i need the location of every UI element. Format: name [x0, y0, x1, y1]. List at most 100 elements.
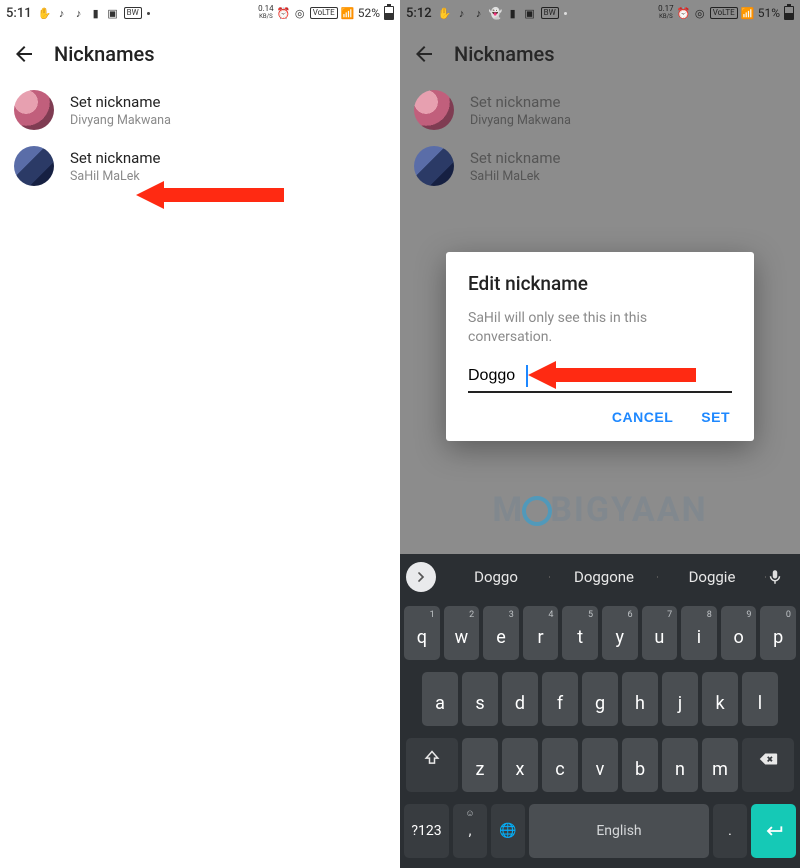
more-dot-icon [147, 12, 150, 15]
symbols-key[interactable]: ?123 [404, 804, 449, 858]
list-item-subtitle: SaHil MaLek [470, 169, 560, 184]
key-j[interactable]: j [662, 672, 698, 726]
status-bar: 5:12 ✋ ♪ ♪ 👻 ▮ ▣ BW 0.17KB/S ⏰ ◎ VoLTE 📶… [400, 0, 800, 26]
bw-badge: BW [124, 7, 142, 19]
battery-icon [784, 6, 794, 20]
key-f[interactable]: f [542, 672, 578, 726]
key-e[interactable]: e3 [483, 606, 519, 660]
data-rate: 0.14KB/S [258, 5, 274, 21]
list-item-title: Set nickname [70, 149, 160, 167]
watermark-o-icon [522, 496, 552, 526]
page-title: Nicknames [454, 42, 555, 66]
key-w[interactable]: w2 [444, 606, 480, 660]
key-v[interactable]: v [582, 738, 618, 792]
nickname-list: Set nickname Divyang Makwana Set nicknam… [0, 82, 400, 194]
key-k[interactable]: k [702, 672, 738, 726]
watermark: MBIGYAAN [400, 490, 800, 530]
battery-percent: 51% [758, 6, 780, 20]
status-time: 5:11 [6, 6, 32, 21]
suggestion[interactable]: Doggie [658, 568, 766, 586]
annotation-arrow [136, 182, 284, 208]
enter-key[interactable] [751, 804, 796, 858]
period-key[interactable]: . [713, 804, 747, 858]
alarm-icon: ⏰ [278, 7, 290, 19]
key-h[interactable]: h [622, 672, 658, 726]
hand-icon: ✋ [39, 7, 51, 19]
key-t[interactable]: t5 [562, 606, 598, 660]
suggestion[interactable]: Doggone [550, 568, 658, 586]
list-item[interactable]: Set nickname Divyang Makwana [400, 82, 800, 138]
battery-icon [384, 6, 394, 20]
keyboard-row: asdfghjkl [400, 666, 800, 732]
target-icon: ◎ [694, 7, 706, 19]
backspace-key[interactable] [742, 738, 794, 792]
avatar [14, 146, 54, 186]
key-y[interactable]: y6 [602, 606, 638, 660]
key-d[interactable]: d [502, 672, 538, 726]
expand-suggestions-icon[interactable] [406, 562, 436, 592]
target-icon: ◎ [294, 7, 306, 19]
key-s[interactable]: s [462, 672, 498, 726]
back-icon[interactable] [412, 42, 436, 66]
key-q[interactable]: q1 [404, 606, 440, 660]
data-rate: 0.17KB/S [658, 5, 674, 21]
shift-key[interactable] [406, 738, 458, 792]
key-x[interactable]: x [502, 738, 538, 792]
key-p[interactable]: p0 [760, 606, 796, 660]
list-item-subtitle: Divyang Makwana [70, 113, 171, 128]
keyboard-row: ?123 ☺, 🌐 English . [400, 798, 800, 864]
music-icon: ♪ [73, 7, 85, 19]
key-m[interactable]: m [702, 738, 738, 792]
language-key[interactable]: 🌐 [491, 804, 525, 858]
edit-nickname-dialog: Edit nickname SaHil will only see this i… [446, 252, 754, 441]
alarm-icon: ⏰ [678, 7, 690, 19]
signal-icon: 📶 [342, 7, 354, 19]
key-g[interactable]: g [582, 672, 618, 726]
phone-right: 5:12 ✋ ♪ ♪ 👻 ▮ ▣ BW 0.17KB/S ⏰ ◎ VoLTE 📶… [400, 0, 800, 868]
emoji-key[interactable]: ☺, [453, 804, 487, 858]
phone-left: 5:11 ✋ ♪ ♪ ▮ ▣ BW 0.14KB/S ⏰ ◎ VoLTE 📶 5… [0, 0, 400, 868]
volte-badge: VoLTE [710, 7, 738, 19]
mic-icon[interactable] [766, 568, 794, 586]
status-time: 5:12 [406, 6, 432, 21]
dialog-message: SaHil will only see this in this convers… [468, 309, 732, 347]
music-icon: ♪ [456, 7, 468, 19]
hand-icon: ✋ [439, 7, 451, 19]
key-u[interactable]: u7 [642, 606, 678, 660]
list-item[interactable]: Set nickname Divyang Makwana [0, 82, 400, 138]
battery-small-icon: ▮ [90, 7, 102, 19]
annotation-arrow [528, 362, 696, 388]
more-dot-icon [564, 12, 567, 15]
key-c[interactable]: c [542, 738, 578, 792]
music-icon: ♪ [56, 7, 68, 19]
battery-percent: 52% [358, 6, 380, 20]
signal-icon: 📶 [742, 7, 754, 19]
key-b[interactable]: b [622, 738, 658, 792]
list-item[interactable]: Set nickname SaHil MaLek [400, 138, 800, 194]
snapchat-icon: 👻 [490, 7, 502, 19]
key-z[interactable]: z [462, 738, 498, 792]
avatar [414, 146, 454, 186]
suggestion-bar: Doggo Doggone Doggie [400, 554, 800, 600]
dialog-title: Edit nickname [468, 272, 732, 295]
suggestion[interactable]: Doggo [442, 568, 550, 586]
avatar [14, 90, 54, 130]
key-n[interactable]: n [662, 738, 698, 792]
page-title: Nicknames [54, 42, 155, 66]
key-a[interactable]: a [422, 672, 458, 726]
key-o[interactable]: o9 [721, 606, 757, 660]
key-i[interactable]: i8 [681, 606, 717, 660]
set-button[interactable]: SET [701, 409, 730, 425]
music-icon: ♪ [473, 7, 485, 19]
space-key[interactable]: English [529, 804, 709, 858]
list-item-subtitle: Divyang Makwana [470, 113, 571, 128]
list-item-title: Set nickname [470, 149, 560, 167]
nickname-list: Set nickname Divyang Makwana Set nicknam… [400, 82, 800, 194]
screen-header: Nicknames [400, 26, 800, 82]
key-r[interactable]: r4 [523, 606, 559, 660]
back-icon[interactable] [12, 42, 36, 66]
volte-badge: VoLTE [310, 7, 338, 19]
cancel-button[interactable]: CANCEL [612, 409, 673, 425]
key-l[interactable]: l [742, 672, 778, 726]
keyboard-row: zxcvbnm [400, 732, 800, 798]
